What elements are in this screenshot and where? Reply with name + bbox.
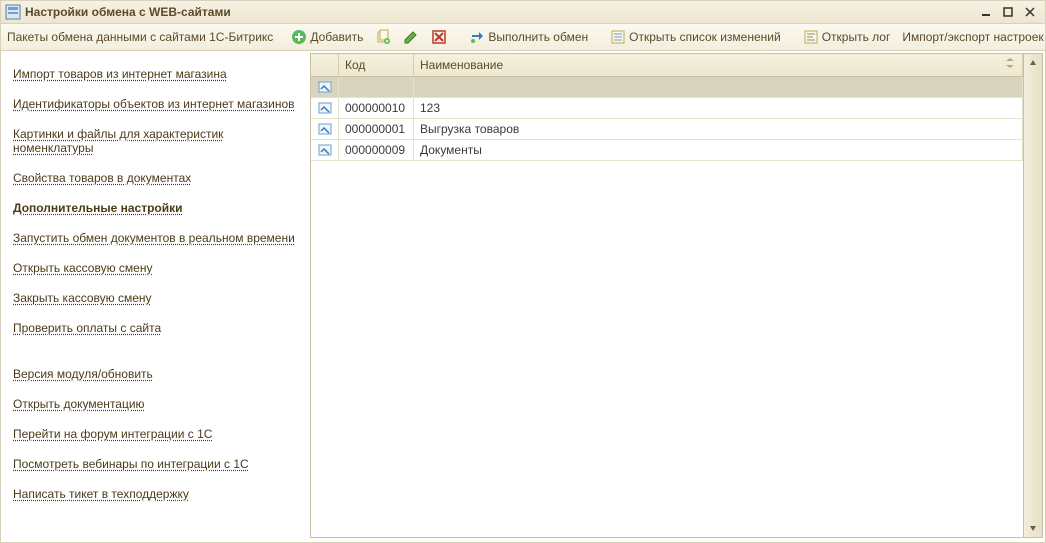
edit-button[interactable] xyxy=(399,27,423,47)
sidebar-link-check-payments[interactable]: Проверить оплаты с сайта xyxy=(13,321,161,335)
table-row[interactable]: 000000001 Выгрузка товаров xyxy=(311,119,1023,140)
row-icon xyxy=(317,142,333,158)
plus-icon xyxy=(291,29,307,45)
grid-header-icon-col[interactable] xyxy=(311,54,339,76)
cell-code: 000000009 xyxy=(339,140,414,160)
app-window: Настройки обмена с WEB-сайтами Пакеты об… xyxy=(0,0,1046,543)
grid-header-name-label: Наименование xyxy=(420,58,503,72)
scroll-track[interactable] xyxy=(1024,72,1042,519)
import-export-button[interactable]: Импорт/экспорт настроек обмена xyxy=(898,28,1046,46)
open-log-button[interactable]: Открыть лог xyxy=(799,27,895,47)
cell-code: 000000010 xyxy=(339,98,414,118)
open-log-label: Открыть лог xyxy=(822,30,891,44)
data-grid: Код Наименование xyxy=(310,53,1024,538)
grid-header: Код Наименование xyxy=(311,54,1023,77)
grid-body[interactable]: 000000010 123 000000001 Выгрузка товаров xyxy=(311,77,1023,537)
grid-header-name[interactable]: Наименование xyxy=(414,54,1023,76)
sidebar-link-version-update[interactable]: Версия модуля/обновить xyxy=(13,367,153,381)
sidebar-link-open-docs[interactable]: Открыть документацию xyxy=(13,397,145,411)
cell-code: 000000001 xyxy=(339,119,414,139)
cell-name: Документы xyxy=(414,140,1023,160)
row-icon xyxy=(317,121,333,137)
list-icon xyxy=(610,29,626,45)
vertical-scrollbar[interactable] xyxy=(1024,53,1043,538)
pencil-icon xyxy=(403,29,419,45)
sidebar-link-close-cash-shift[interactable]: Закрыть кассовую смену xyxy=(13,291,152,305)
titlebar: Настройки обмена с WEB-сайтами xyxy=(1,1,1045,24)
grid-header-code[interactable]: Код xyxy=(339,54,414,76)
main-area: Код Наименование xyxy=(308,51,1045,542)
table-row[interactable]: 000000010 123 xyxy=(311,98,1023,119)
table-row[interactable]: 000000009 Документы xyxy=(311,140,1023,161)
copy-button[interactable] xyxy=(371,27,395,47)
add-button[interactable]: Добавить xyxy=(287,27,367,47)
scroll-down-button[interactable] xyxy=(1024,519,1042,537)
sidebar-link-additional-settings[interactable]: Дополнительные настройки xyxy=(13,201,183,215)
execute-exchange-button[interactable]: Выполнить обмен xyxy=(465,27,592,47)
body-area: Импорт товаров из интернет магазина Иден… xyxy=(1,51,1045,542)
open-changes-button[interactable]: Открыть список изменений xyxy=(606,27,785,47)
scroll-up-button[interactable] xyxy=(1024,54,1042,72)
toolbar-title-label: Пакеты обмена данными с сайтами 1С-Битри… xyxy=(7,30,273,44)
cell-name: Выгрузка товаров xyxy=(414,119,1023,139)
sidebar-link-object-ids[interactable]: Идентификаторы объектов из интернет мага… xyxy=(13,97,295,111)
app-icon xyxy=(5,4,21,20)
sidebar-link-open-cash-shift[interactable]: Открыть кассовую смену xyxy=(13,261,152,275)
sidebar: Импорт товаров из интернет магазина Иден… xyxy=(1,51,308,542)
add-button-label: Добавить xyxy=(310,30,363,44)
open-changes-label: Открыть список изменений xyxy=(629,30,781,44)
sidebar-link-webinars-1c[interactable]: Посмотреть вебинары по интеграции с 1С xyxy=(13,457,249,471)
maximize-button[interactable] xyxy=(1001,5,1015,19)
sidebar-link-import-goods[interactable]: Импорт товаров из интернет магазина xyxy=(13,67,227,81)
execute-exchange-label: Выполнить обмен xyxy=(488,30,588,44)
sidebar-link-properties-docs[interactable]: Свойства товаров в документах xyxy=(13,171,191,185)
close-button[interactable] xyxy=(1023,5,1037,19)
sidebar-link-support-ticket[interactable]: Написать тикет в техподдержку xyxy=(13,487,189,501)
minimize-button[interactable] xyxy=(979,5,993,19)
log-icon xyxy=(803,29,819,45)
sidebar-link-pictures-files[interactable]: Картинки и файлы для характеристик номен… xyxy=(13,127,298,155)
delete-icon xyxy=(431,29,447,45)
cell-name: 123 xyxy=(414,98,1023,118)
sidebar-link-forum-1c[interactable]: Перейти на форум интеграции с 1С xyxy=(13,427,212,441)
window-title: Настройки обмена с WEB-сайтами xyxy=(25,5,979,19)
row-icon xyxy=(317,79,333,95)
window-controls xyxy=(979,5,1041,19)
sidebar-link-run-exchange-realtime[interactable]: Запустить обмен документов в реальном вр… xyxy=(13,231,295,245)
toolbar: Пакеты обмена данными с сайтами 1С-Битри… xyxy=(1,24,1045,51)
sort-indicator-icon xyxy=(1004,57,1016,72)
copy-icon xyxy=(375,29,391,45)
delete-button[interactable] xyxy=(427,27,451,47)
row-icon xyxy=(317,100,333,116)
import-export-label: Импорт/экспорт настроек обмена xyxy=(902,30,1046,44)
grid-filter-row[interactable] xyxy=(311,77,1023,98)
exchange-icon xyxy=(469,29,485,45)
